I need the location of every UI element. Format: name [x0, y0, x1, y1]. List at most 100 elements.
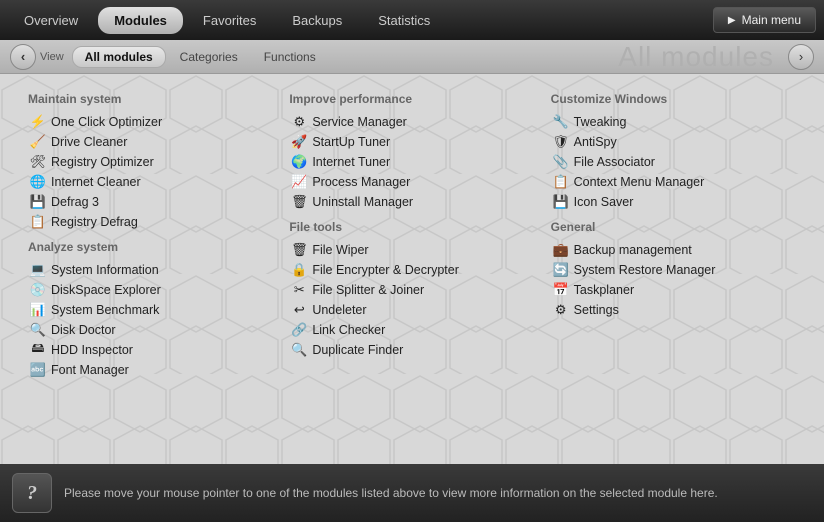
help-button[interactable]: ?: [12, 473, 52, 513]
service-manager-icon: ⚙: [291, 114, 307, 130]
module-system-benchmark[interactable]: 📊 System Benchmark: [28, 300, 273, 320]
module-file-splitter[interactable]: ✂ File Splitter & Joiner: [289, 280, 534, 300]
module-file-encrypter[interactable]: 🔒 File Encrypter & Decrypter: [289, 260, 534, 280]
module-label: Registry Defrag: [51, 215, 138, 229]
module-label: File Wiper: [312, 243, 368, 257]
forward-button[interactable]: ›: [788, 44, 814, 70]
module-label: Link Checker: [312, 323, 385, 337]
hdd-inspector-icon: 🖴: [30, 342, 46, 358]
tab-backups[interactable]: Backups: [276, 7, 358, 34]
antispy-icon: 🛡: [553, 134, 569, 150]
module-tweaking[interactable]: 🔧 Tweaking: [551, 112, 796, 132]
module-label: HDD Inspector: [51, 343, 133, 357]
page-title: All modules: [618, 41, 774, 73]
module-label: Disk Doctor: [51, 323, 116, 337]
system-information-icon: 💻: [30, 262, 46, 278]
module-internet-cleaner[interactable]: 🌐 Internet Cleaner: [28, 172, 273, 192]
diskspace-explorer-icon: 💿: [30, 282, 46, 298]
module-label: File Encrypter & Decrypter: [312, 263, 459, 277]
module-defrag3[interactable]: 💾 Defrag 3: [28, 192, 273, 212]
module-undeleter[interactable]: ↩ Undeleter: [289, 300, 534, 320]
column-improve: Improve performance ⚙ Service Manager 🚀 …: [281, 84, 542, 380]
module-drive-cleaner[interactable]: 🧹 Drive Cleaner: [28, 132, 273, 152]
module-startup-tuner[interactable]: 🚀 StartUp Tuner: [289, 132, 534, 152]
system-benchmark-icon: 📊: [30, 302, 46, 318]
tab-favorites[interactable]: Favorites: [187, 7, 272, 34]
pill-all-modules[interactable]: All modules: [72, 46, 166, 68]
module-label: Process Manager: [312, 175, 410, 189]
module-font-manager[interactable]: 🔤 Font Manager: [28, 360, 273, 380]
module-icon-saver[interactable]: 💾 Icon Saver: [551, 192, 796, 212]
module-settings[interactable]: ⚙ Settings: [551, 300, 796, 320]
module-disk-doctor[interactable]: 🔍 Disk Doctor: [28, 320, 273, 340]
module-registry-optimizer[interactable]: 🛠 Registry Optimizer: [28, 152, 273, 172]
taskplaner-icon: 📅: [553, 282, 569, 298]
one-click-optimizer-icon: ⚡: [30, 114, 46, 130]
section-title-analyze: Analyze system: [28, 240, 273, 254]
column-maintain: Maintain system ⚡ One Click Optimizer 🧹 …: [20, 84, 281, 380]
pill-functions[interactable]: Functions: [252, 47, 328, 67]
module-antispy[interactable]: 🛡 AntiSpy: [551, 132, 796, 152]
undeleter-icon: ↩: [291, 302, 307, 318]
module-label: Internet Tuner: [312, 155, 390, 169]
tab-statistics[interactable]: Statistics: [362, 7, 446, 34]
module-label: File Associator: [574, 155, 655, 169]
uninstall-manager-icon: 🗑: [291, 194, 307, 210]
tab-overview[interactable]: Overview: [8, 7, 94, 34]
module-hdd-inspector[interactable]: 🖴 HDD Inspector: [28, 340, 273, 360]
module-label: Font Manager: [51, 363, 129, 377]
file-encrypter-icon: 🔒: [291, 262, 307, 278]
module-context-menu-manager[interactable]: 📋 Context Menu Manager: [551, 172, 796, 192]
main-menu-button[interactable]: Main menu: [713, 7, 816, 33]
internet-tuner-icon: 🌍: [291, 154, 307, 170]
settings-icon: ⚙: [553, 302, 569, 318]
section-title-customize: Customize Windows: [551, 92, 796, 106]
section-title-maintain: Maintain system: [28, 92, 273, 106]
back-button[interactable]: ‹: [10, 44, 36, 70]
internet-cleaner-icon: 🌐: [30, 174, 46, 190]
pill-categories[interactable]: Categories: [168, 47, 250, 67]
module-duplicate-finder[interactable]: 🔍 Duplicate Finder: [289, 340, 534, 360]
file-wiper-icon: 🗑: [291, 242, 307, 258]
module-label: Defrag 3: [51, 195, 99, 209]
module-label: Drive Cleaner: [51, 135, 127, 149]
module-uninstall-manager[interactable]: 🗑 Uninstall Manager: [289, 192, 534, 212]
context-menu-manager-icon: 📋: [553, 174, 569, 190]
module-backup-management[interactable]: 💼 Backup management: [551, 240, 796, 260]
top-nav-bar: Overview Modules Favorites Backups Stati…: [0, 0, 824, 40]
font-manager-icon: 🔤: [30, 362, 46, 378]
module-label: Internet Cleaner: [51, 175, 141, 189]
registry-defrag-icon: 📋: [30, 214, 46, 230]
module-diskspace-explorer[interactable]: 💿 DiskSpace Explorer: [28, 280, 273, 300]
backup-management-icon: 💼: [553, 242, 569, 258]
status-text: Please move your mouse pointer to one of…: [64, 486, 812, 500]
startup-tuner-icon: 🚀: [291, 134, 307, 150]
module-link-checker[interactable]: 🔗 Link Checker: [289, 320, 534, 340]
main-content: Maintain system ⚡ One Click Optimizer 🧹 …: [0, 74, 824, 464]
module-label: Uninstall Manager: [312, 195, 413, 209]
module-file-associator[interactable]: 📎 File Associator: [551, 152, 796, 172]
system-restore-manager-icon: 🔄: [553, 262, 569, 278]
module-system-information[interactable]: 💻 System Information: [28, 260, 273, 280]
column-customize: Customize Windows 🔧 Tweaking 🛡 AntiSpy 📎…: [543, 84, 804, 380]
module-label: Backup management: [574, 243, 692, 257]
module-taskplaner[interactable]: 📅 Taskplaner: [551, 280, 796, 300]
module-process-manager[interactable]: 📈 Process Manager: [289, 172, 534, 192]
file-splitter-icon: ✂: [291, 282, 307, 298]
module-file-wiper[interactable]: 🗑 File Wiper: [289, 240, 534, 260]
module-registry-defrag[interactable]: 📋 Registry Defrag: [28, 212, 273, 232]
module-service-manager[interactable]: ⚙ Service Manager: [289, 112, 534, 132]
link-checker-icon: 🔗: [291, 322, 307, 338]
module-one-click-optimizer[interactable]: ⚡ One Click Optimizer: [28, 112, 273, 132]
module-label: Registry Optimizer: [51, 155, 154, 169]
module-label: Icon Saver: [574, 195, 634, 209]
tab-modules[interactable]: Modules: [98, 7, 183, 34]
module-label: Duplicate Finder: [312, 343, 403, 357]
module-label: Settings: [574, 303, 619, 317]
module-label: Context Menu Manager: [574, 175, 705, 189]
section-title-general: General: [551, 220, 796, 234]
module-label: System Information: [51, 263, 159, 277]
module-internet-tuner[interactable]: 🌍 Internet Tuner: [289, 152, 534, 172]
module-system-restore-manager[interactable]: 🔄 System Restore Manager: [551, 260, 796, 280]
drive-cleaner-icon: 🧹: [30, 134, 46, 150]
